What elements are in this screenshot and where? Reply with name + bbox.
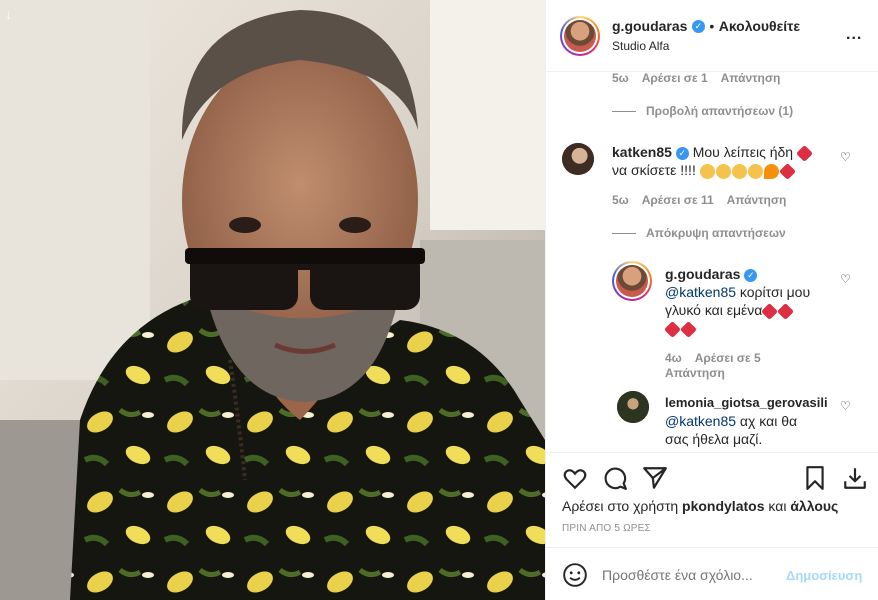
reply-goudaras: g.goudaras ✓ @katken85 κορίτσι μου γλυκό…: [664, 265, 840, 338]
reply-text-cont: σας ήθελα μαζί.: [665, 431, 763, 447]
emoji-smiley-icon[interactable]: [562, 562, 588, 588]
post-comment-button[interactable]: Δημοσίευση: [786, 568, 862, 583]
more-options-icon[interactable]: ...: [846, 26, 862, 44]
clap-emoji-icon: [747, 163, 763, 179]
comment-katken85: katken85 ✓ Μου λείπεις ήδη να σκίσετε !!…: [612, 143, 842, 180]
reply-button[interactable]: Απάντηση: [721, 71, 781, 85]
like-reply-heart-icon[interactable]: ♡: [840, 400, 852, 412]
reply-text: αχ και θα: [736, 413, 798, 429]
verified-badge-icon: ✓: [675, 146, 689, 160]
clap-emoji-icon: [699, 163, 715, 179]
download-arrow-icon: ↓: [5, 6, 12, 22]
post-dialog: ↓ g.goudaras ✓ • Ακολουθείτε Studio Alfa…: [0, 0, 878, 600]
post-actions: Αρέσει στο χρήστη pkondylatos και άλλους…: [546, 452, 878, 547]
red-heart-emoji-icon: [664, 320, 681, 338]
mention-link[interactable]: @katken85: [665, 284, 736, 300]
red-heart-emoji-icon: [680, 320, 697, 338]
post-photo[interactable]: ↓: [0, 0, 545, 600]
comment-age: 5ω: [612, 71, 629, 85]
replies-line: [612, 111, 636, 113]
red-heart-emoji-icon: [778, 162, 796, 180]
reply-username[interactable]: lemonia_giotsa_gerovasili: [665, 395, 828, 410]
liker-username[interactable]: pkondylatos: [682, 498, 764, 514]
comment-meta: 5ω Αρέσει σε 11 Απάντηση: [612, 193, 796, 207]
post-timestamp[interactable]: ΠΡΙΝ ΑΠΟ 5 ΩΡΕΣ: [562, 523, 651, 534]
like-heart-icon[interactable]: [562, 465, 588, 491]
hide-replies-button[interactable]: Απόκρυψη απαντήσεων: [612, 226, 796, 240]
likes-others-link[interactable]: άλλους: [790, 498, 838, 514]
likes-and: και: [768, 498, 787, 514]
comment-likes[interactable]: Αρέσει σε 1: [642, 71, 708, 85]
save-bookmark-icon[interactable]: [802, 465, 828, 491]
reply-age: 4ω: [665, 351, 682, 365]
reply-likes[interactable]: Αρέσει σε 5: [695, 351, 761, 365]
comment-input[interactable]: [602, 564, 782, 586]
reply-meta: 4ω Αρέσει σε 5 Απάντηση: [665, 351, 845, 381]
reply-avatar[interactable]: [617, 391, 649, 423]
comment-likes[interactable]: Αρέσει σε 11: [642, 193, 714, 207]
commenter-avatar[interactable]: [562, 143, 594, 175]
follow-status-button[interactable]: Ακολουθείτε: [719, 18, 800, 34]
red-heart-emoji-icon: [761, 302, 779, 320]
fire-emoji-icon: [763, 163, 779, 179]
reply-button[interactable]: Απάντηση: [665, 366, 725, 380]
reply-text: κορίτσι μου: [736, 284, 811, 300]
red-heart-emoji-icon: [795, 144, 813, 162]
comment-composer: Δημοσίευση: [546, 547, 878, 600]
comment-text-cont: να σκίσετε !!!!: [612, 162, 696, 178]
comment-bubble-icon[interactable]: [602, 465, 628, 491]
author-avatar[interactable]: [560, 16, 600, 56]
replies-line: [612, 233, 636, 235]
clap-emoji-icon: [715, 163, 731, 179]
red-heart-emoji-icon: [777, 302, 795, 320]
comment-age: 5ω: [612, 193, 629, 207]
post-location[interactable]: Studio Alfa: [612, 39, 669, 53]
verified-badge-icon: ✓: [744, 268, 758, 282]
download-icon[interactable]: [842, 465, 868, 491]
commenter-username[interactable]: katken85: [612, 144, 672, 160]
reply-username[interactable]: g.goudaras: [665, 266, 740, 282]
top-comment-meta: 5ω Αρέσει σε 1 Απάντηση: [612, 71, 790, 85]
comment-text: Μου λείπεις ήδη: [692, 144, 794, 160]
view-replies-button[interactable]: Προβολή απαντήσεων (1): [612, 104, 803, 118]
post-image: [0, 0, 545, 600]
reply-text-cont: γλυκό και εμένα: [665, 302, 763, 318]
clap-emoji-icon: [731, 163, 747, 179]
post-header: g.goudaras ✓ • Ακολουθείτε Studio Alfa .…: [546, 0, 878, 72]
likes-summary: Αρέσει στο χρήστη pkondylatos και άλλους: [562, 497, 838, 515]
separator-dot: •: [709, 18, 715, 34]
reply-lemonia: lemonia_giotsa_gerovasili @katken85 αχ κ…: [665, 393, 845, 448]
reply-button[interactable]: Απάντηση: [727, 193, 787, 207]
like-reply-heart-icon[interactable]: ♡: [840, 273, 852, 285]
verified-badge-icon: ✓: [691, 20, 705, 34]
like-comment-heart-icon[interactable]: ♡: [840, 151, 852, 163]
reply-avatar[interactable]: [612, 261, 652, 301]
post-sidebar: g.goudaras ✓ • Ακολουθείτε Studio Alfa .…: [545, 0, 878, 600]
share-paper-plane-icon[interactable]: [642, 465, 668, 491]
author-username[interactable]: g.goudaras: [612, 18, 687, 34]
likes-prefix: Αρέσει στο χρήστη: [562, 498, 679, 514]
mention-link[interactable]: @katken85: [665, 413, 736, 429]
